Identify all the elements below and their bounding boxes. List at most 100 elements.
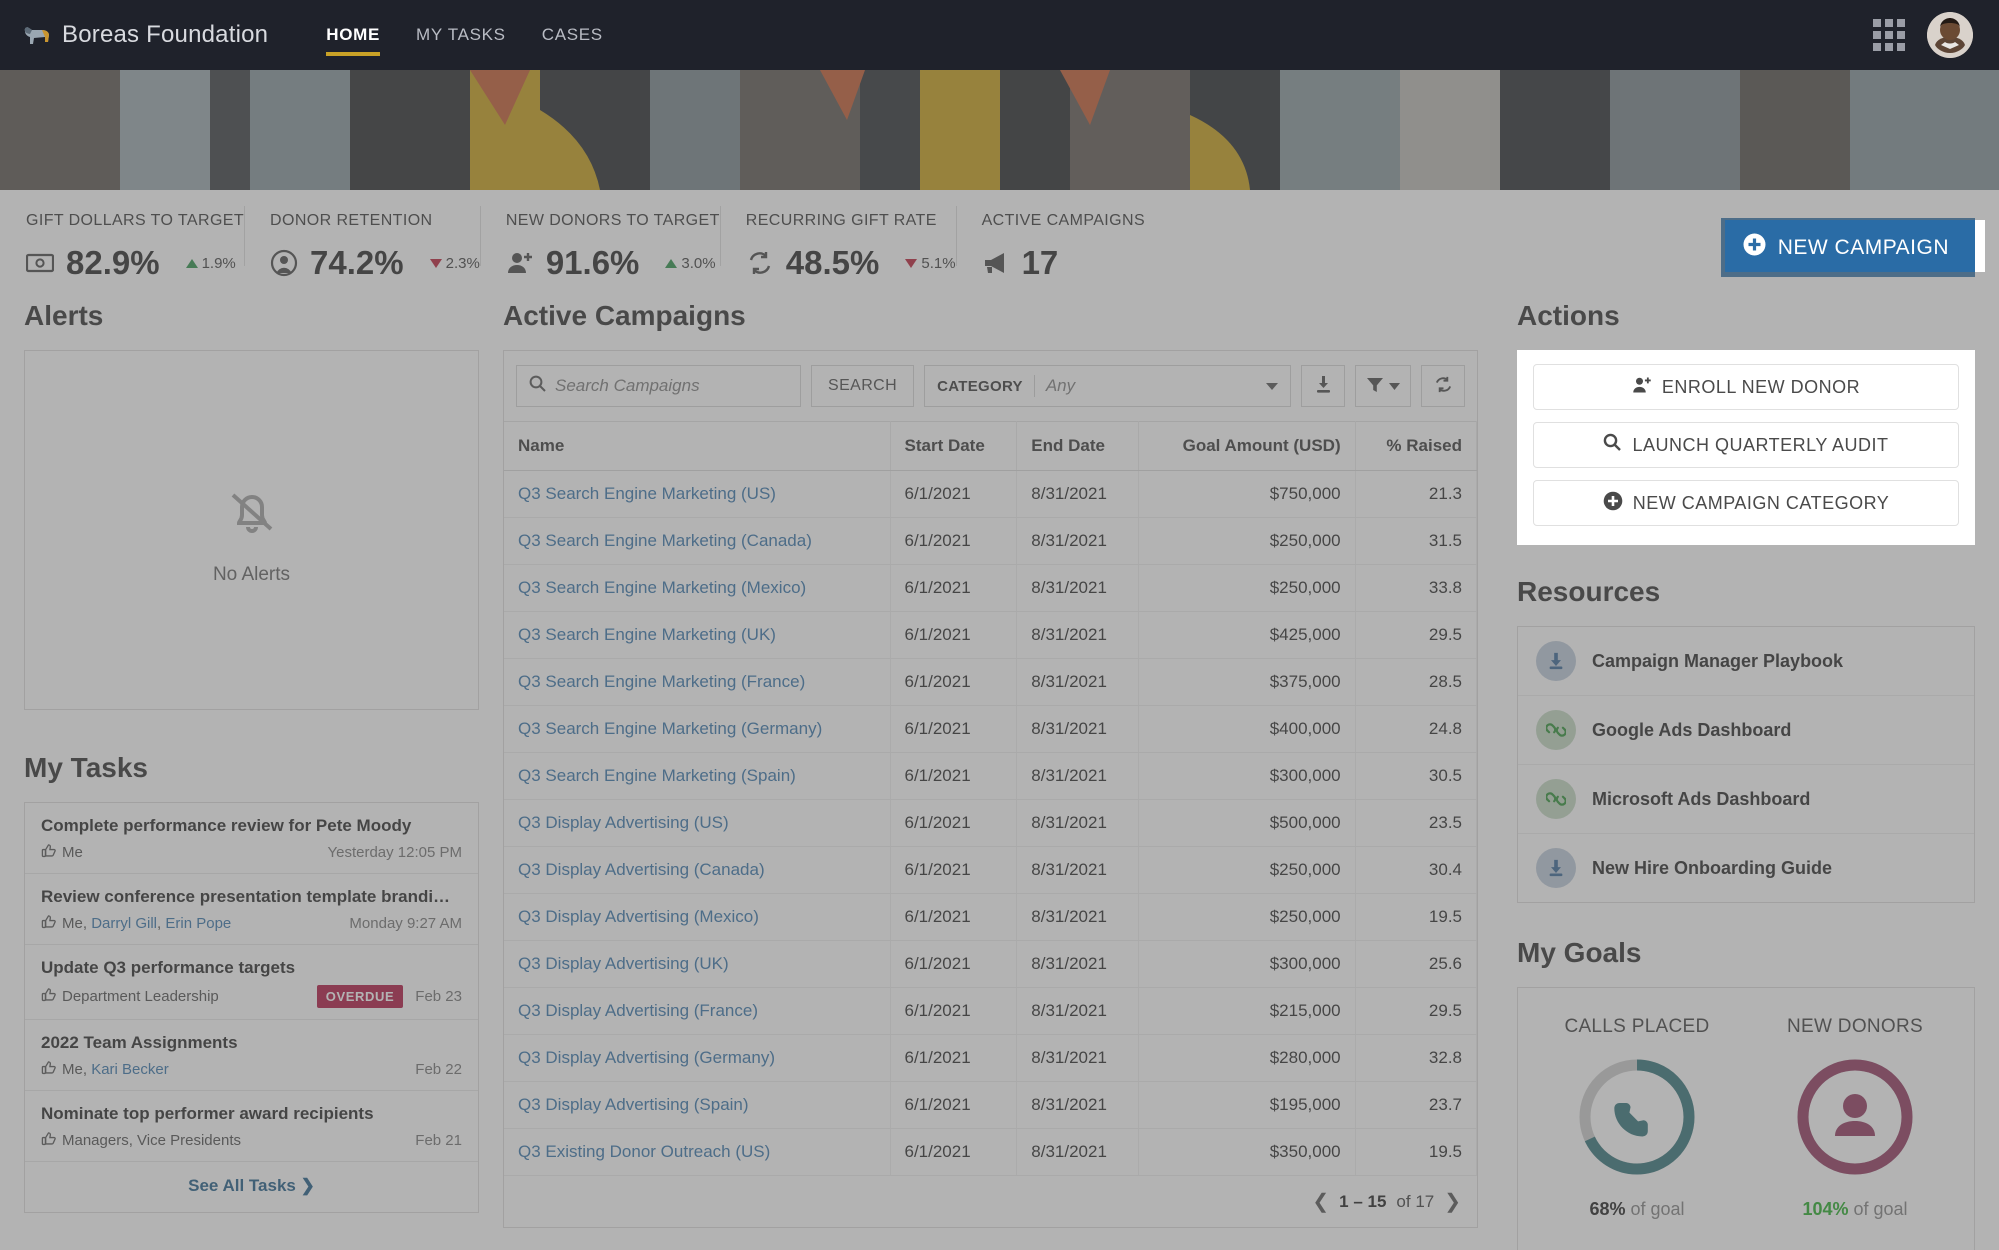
- chevron-right-icon[interactable]: ❯: [1444, 1189, 1461, 1214]
- task-item[interactable]: Update Q3 performance targets Department …: [25, 945, 478, 1020]
- task-item[interactable]: Nominate top performer award recipients M…: [25, 1091, 478, 1162]
- campaign-name-link[interactable]: Q3 Display Advertising (Spain): [518, 1095, 749, 1114]
- campaign-name-link[interactable]: Q3 Existing Donor Outreach (US): [518, 1142, 770, 1161]
- my-goals-card: CALLS PLACED 68% of goal NEW DONORS 104%…: [1517, 987, 1975, 1250]
- tab-home[interactable]: HOME: [308, 0, 398, 70]
- table-row[interactable]: Q3 Search Engine Marketing (US) 6/1/2021 8…: [504, 470, 1478, 518]
- campaign-name-link[interactable]: Q3 Display Advertising (Mexico): [518, 907, 759, 926]
- campaign-name-link[interactable]: Q3 Search Engine Marketing (Mexico): [518, 578, 806, 597]
- enroll-new-donor-button[interactable]: ENROLL NEW DONOR: [1533, 364, 1959, 410]
- filter-button[interactable]: [1355, 365, 1411, 407]
- tab-cases[interactable]: CASES: [524, 0, 621, 70]
- campaign-name-cell[interactable]: Q3 Search Engine Marketing (US): [504, 470, 891, 518]
- end-date-cell: 8/31/2021: [1016, 893, 1139, 941]
- campaign-name-link[interactable]: Q3 Display Advertising (Canada): [518, 860, 765, 879]
- task-person-link[interactable]: Darryl Gill: [91, 915, 157, 932]
- task-date: Feb 21: [415, 1132, 462, 1149]
- pagination-total: of 17: [1396, 1191, 1435, 1211]
- table-row[interactable]: Q3 Display Advertising (Mexico) 6/1/2021 8…: [504, 893, 1478, 941]
- table-row[interactable]: Q3 Search Engine Marketing (Germany) 6/1/…: [504, 705, 1478, 753]
- campaign-name-cell[interactable]: Q3 Existing Donor Outreach (US): [504, 1128, 891, 1176]
- see-all-tasks-link[interactable]: See All Tasks ❯: [25, 1162, 478, 1212]
- campaign-name-cell[interactable]: Q3 Display Advertising (Mexico): [504, 893, 891, 941]
- bell-slash-icon: [217, 475, 287, 550]
- launch-quarterly-audit-button[interactable]: LAUNCH QUARTERLY AUDIT: [1533, 422, 1959, 468]
- chevron-left-icon[interactable]: ❮: [1312, 1189, 1329, 1214]
- table-row[interactable]: Q3 Display Advertising (UK) 6/1/2021 8/31/…: [504, 940, 1478, 988]
- task-person-link[interactable]: Kari Becker: [91, 1061, 169, 1078]
- category-select[interactable]: CATEGORY Any: [924, 365, 1291, 407]
- column-header-start-date[interactable]: Start Date: [890, 421, 1018, 471]
- task-person-link[interactable]: Erin Pope: [165, 915, 231, 932]
- table-row[interactable]: Q3 Search Engine Marketing (Canada) 6/1/2…: [504, 517, 1478, 565]
- kpi-label: ACTIVE CAMPAIGNS: [981, 212, 1146, 229]
- new-campaign-button[interactable]: NEW CAMPAIGN: [1720, 218, 1975, 277]
- campaign-name-link[interactable]: Q3 Display Advertising (UK): [518, 954, 729, 973]
- campaigns-table: Name Start Date End Date Goal Amount (US…: [504, 421, 1478, 1176]
- table-row[interactable]: Q3 Search Engine Marketing (UK) 6/1/2021 8…: [504, 611, 1478, 659]
- campaign-name-cell[interactable]: Q3 Search Engine Marketing (UK): [504, 611, 891, 659]
- table-row[interactable]: Q3 Search Engine Marketing (France) 6/1/2…: [504, 658, 1478, 706]
- table-row[interactable]: Q3 Search Engine Marketing (Spain) 6/1/20…: [504, 752, 1478, 800]
- campaign-name-link[interactable]: Q3 Search Engine Marketing (US): [518, 484, 776, 503]
- campaign-name-cell[interactable]: Q3 Search Engine Marketing (Mexico): [504, 564, 891, 612]
- search-input[interactable]: [555, 376, 788, 396]
- campaign-name-cell[interactable]: Q3 Search Engine Marketing (Germany): [504, 705, 891, 753]
- campaign-name-link[interactable]: Q3 Display Advertising (France): [518, 1001, 758, 1020]
- refresh-button[interactable]: [1421, 365, 1465, 407]
- campaign-name-cell[interactable]: Q3 Display Advertising (Canada): [504, 846, 891, 894]
- resources-title: Resources: [1517, 576, 1661, 607]
- user-avatar[interactable]: [1927, 12, 1973, 58]
- campaign-name-cell[interactable]: Q3 Display Advertising (US): [504, 799, 891, 847]
- resource-item[interactable]: Microsoft Ads Dashboard: [1518, 765, 1974, 834]
- column-header-end-date[interactable]: End Date: [1016, 421, 1139, 471]
- column-header-goal-amount[interactable]: Goal Amount (USD): [1138, 421, 1356, 471]
- campaign-name-link[interactable]: Q3 Search Engine Marketing (Spain): [518, 766, 796, 785]
- table-row[interactable]: Q3 Existing Donor Outreach (US) 6/1/2021 8…: [504, 1128, 1478, 1176]
- new-campaign-category-button[interactable]: NEW CAMPAIGN CATEGORY: [1533, 480, 1959, 526]
- start-date-cell: 6/1/2021: [890, 517, 1018, 565]
- column-header-name[interactable]: Name: [504, 421, 891, 471]
- goal-amount-cell: $400,000: [1138, 705, 1356, 753]
- campaign-name-cell[interactable]: Q3 Display Advertising (France): [504, 987, 891, 1035]
- right-column: Actions ENROLL NEW DONOR LAUNCH QUARTERL…: [1517, 300, 1975, 1250]
- campaign-name-cell[interactable]: Q3 Search Engine Marketing (Spain): [504, 752, 891, 800]
- resource-item[interactable]: New Hire Onboarding Guide: [1518, 834, 1974, 902]
- app-grid-icon[interactable]: [1873, 19, 1905, 51]
- campaign-name-cell[interactable]: Q3 Display Advertising (Germany): [504, 1034, 891, 1082]
- search-campaigns-box[interactable]: [516, 365, 801, 407]
- table-row[interactable]: Q3 Display Advertising (Spain) 6/1/2021 8/…: [504, 1081, 1478, 1129]
- task-item[interactable]: Review conference presentation template …: [25, 874, 478, 945]
- search-button[interactable]: SEARCH: [811, 365, 915, 407]
- table-row[interactable]: Q3 Display Advertising (France) 6/1/2021 8…: [504, 987, 1478, 1035]
- goal-amount-cell: $300,000: [1138, 940, 1356, 988]
- campaign-name-cell[interactable]: Q3 Search Engine Marketing (Canada): [504, 517, 891, 565]
- column-header-pct-raised[interactable]: % Raised: [1355, 421, 1478, 471]
- campaign-name-link[interactable]: Q3 Search Engine Marketing (Canada): [518, 531, 812, 550]
- table-row[interactable]: Q3 Display Advertising (US) 6/1/2021 8/31/…: [504, 799, 1478, 847]
- task-item[interactable]: Complete performance review for Pete Moo…: [25, 803, 478, 874]
- campaign-name-link[interactable]: Q3 Search Engine Marketing (Germany): [518, 719, 822, 738]
- table-row[interactable]: Q3 Search Engine Marketing (Mexico) 6/1/2…: [504, 564, 1478, 612]
- brand[interactable]: Boreas Foundation: [22, 21, 268, 49]
- campaign-name-cell[interactable]: Q3 Display Advertising (Spain): [504, 1081, 891, 1129]
- download-button[interactable]: [1301, 365, 1345, 407]
- start-date-cell: 6/1/2021: [890, 658, 1018, 706]
- table-row[interactable]: Q3 Display Advertising (Germany) 6/1/2021…: [504, 1034, 1478, 1082]
- task-date: Feb 22: [415, 1061, 462, 1078]
- campaign-name-link[interactable]: Q3 Display Advertising (US): [518, 813, 729, 832]
- overdue-badge: OVERDUE: [316, 985, 404, 1008]
- resource-item[interactable]: Campaign Manager Playbook: [1518, 627, 1974, 696]
- campaign-name-link[interactable]: Q3 Search Engine Marketing (France): [518, 672, 805, 691]
- table-row[interactable]: Q3 Display Advertising (Canada) 6/1/2021 8…: [504, 846, 1478, 894]
- campaign-name-link[interactable]: Q3 Display Advertising (Germany): [518, 1048, 775, 1067]
- task-item[interactable]: 2022 Team Assignments Me, Kari Becker Feb …: [25, 1020, 478, 1091]
- campaign-name-cell[interactable]: Q3 Search Engine Marketing (France): [504, 658, 891, 706]
- user-plus-icon: [1632, 375, 1652, 400]
- campaign-name-cell[interactable]: Q3 Display Advertising (UK): [504, 940, 891, 988]
- table-head: Name Start Date End Date Goal Amount (US…: [504, 421, 1478, 471]
- goal-label: CALLS PLACED: [1564, 1016, 1710, 1037]
- tab-my-tasks[interactable]: MY TASKS: [398, 0, 524, 70]
- campaign-name-link[interactable]: Q3 Search Engine Marketing (UK): [518, 625, 776, 644]
- resource-item[interactable]: Google Ads Dashboard: [1518, 696, 1974, 765]
